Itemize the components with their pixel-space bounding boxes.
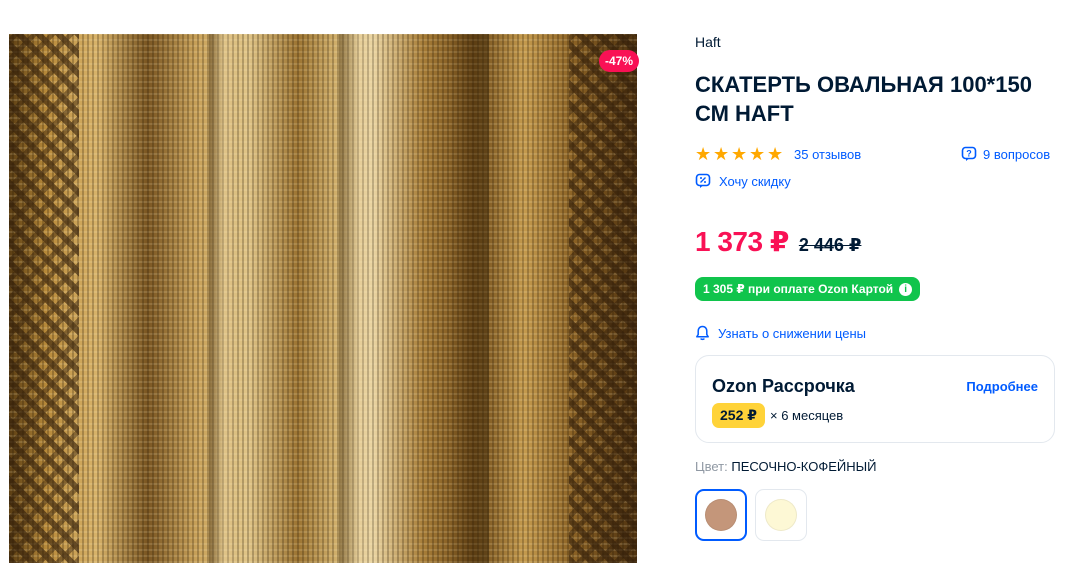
reviews-link[interactable]: 35 отзывов — [794, 147, 861, 162]
installment-more-link[interactable]: Подробнее — [966, 379, 1038, 394]
installment-card[interactable]: Ozon Рассрочка Подробнее 252 ₽ × 6 месяц… — [695, 355, 1055, 443]
color-label: Цвет: — [695, 459, 728, 474]
rating-row[interactable]: ★ ★ ★ ★ ★ 35 отзывов — [695, 144, 861, 164]
price-drop-notify-label: Узнать о снижении цены — [718, 325, 867, 341]
color-value: ПЕСОЧНО-КОФЕЙНЫЙ — [731, 459, 877, 474]
ozon-card-price-label: 1 305 ₽ при оплате Ozon Картой — [703, 282, 894, 296]
color-swatch-cream[interactable] — [755, 489, 807, 541]
info-icon[interactable]: i — [899, 282, 913, 296]
price-drop-notify-link[interactable]: Узнать о снижении цены — [695, 323, 866, 343]
rating-stars: ★ ★ ★ ★ ★ — [695, 143, 784, 164]
current-price: 1 373 ₽ — [695, 226, 789, 257]
discount-icon — [695, 173, 711, 188]
pattern-left — [9, 34, 79, 563]
fabric-fold — [209, 34, 239, 563]
star-icon: ★ — [695, 143, 712, 164]
ozon-card-price-badge[interactable]: 1 305 ₽ при оплате Ozon Картой i — [695, 277, 921, 301]
question-icon: ? — [961, 146, 977, 161]
star-icon: ★ — [713, 143, 730, 164]
old-price: 2 446 ₽ — [798, 235, 862, 255]
questions-label: 9 вопросов — [983, 146, 1051, 162]
fabric-fold — [339, 34, 379, 563]
color-swatch-sand-coffee[interactable] — [695, 489, 747, 541]
want-discount-link[interactable]: Хочу скидку — [695, 171, 791, 191]
discount-badge: -47% — [599, 50, 640, 72]
installment-months: × 6 месяцев — [770, 408, 844, 423]
color-row: Цвет: ПЕСОЧНО-КОФЕЙНЫЙ — [695, 459, 877, 474]
installment-monthly-badge: 252 ₽ — [712, 403, 765, 428]
pattern-right — [569, 34, 637, 563]
installment-title: Ozon Рассрочка — [712, 376, 855, 396]
star-icon: ★ — [731, 143, 748, 164]
swatch-circle — [765, 499, 797, 531]
swatch-circle — [705, 499, 737, 531]
price-row: 1 373 ₽ 2 446 ₽ — [695, 225, 861, 258]
product-title: СКАТЕРТЬ ОВАЛЬНАЯ 100*150 СМ HAFT — [695, 72, 1032, 126]
fabric-fold — [449, 34, 489, 563]
brand-link[interactable]: Haft — [695, 34, 721, 50]
star-icon: ★ — [749, 143, 766, 164]
product-photo[interactable] — [9, 34, 637, 563]
bell-icon — [696, 325, 709, 341]
star-icon: ★ — [767, 143, 784, 164]
svg-text:?: ? — [966, 149, 972, 159]
want-discount-label: Хочу скидку — [719, 173, 791, 189]
questions-link[interactable]: ? 9 вопросов — [961, 144, 1050, 164]
